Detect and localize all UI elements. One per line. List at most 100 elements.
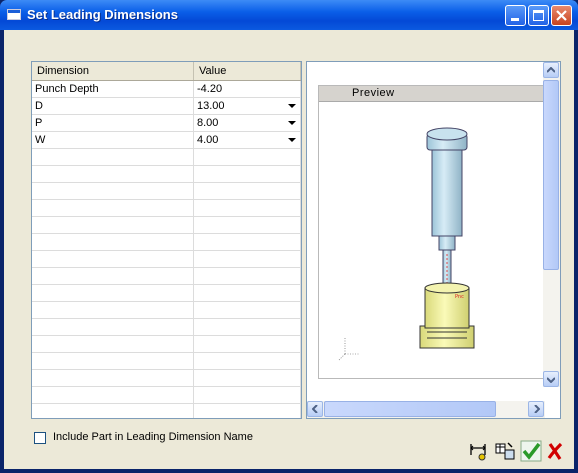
dimension-name-cell bbox=[32, 302, 194, 318]
dimension-value-cell[interactable]: 4.00 bbox=[194, 132, 301, 148]
include-part-checkbox[interactable] bbox=[34, 432, 46, 444]
dimension-value-cell bbox=[194, 268, 301, 284]
dimension-value-cell bbox=[194, 302, 301, 318]
table-row bbox=[32, 268, 301, 285]
dimension-table: Dimension Value Punch Depth -4.20 D 13.00 P 8… bbox=[31, 61, 302, 419]
dimension-value-cell bbox=[194, 336, 301, 352]
axis-triad-icon bbox=[338, 338, 359, 361]
table-row bbox=[32, 251, 301, 268]
dimension-value-cell bbox=[194, 183, 301, 199]
table-row bbox=[32, 336, 301, 353]
dimension-value-cell bbox=[194, 404, 301, 418]
punch-die-3d-preview: Pnc bbox=[338, 127, 475, 361]
dimension-value-cell bbox=[194, 166, 301, 182]
close-icon bbox=[556, 10, 567, 21]
column-header-value[interactable]: Value bbox=[194, 62, 301, 80]
dimension-value-cell[interactable]: 8.00 bbox=[194, 115, 301, 131]
preview-vertical-scrollbar[interactable] bbox=[543, 62, 560, 387]
cancel-x-icon bbox=[547, 442, 563, 460]
minimize-button[interactable] bbox=[505, 5, 526, 26]
preview-viewport: Preview Pnc bbox=[318, 85, 548, 379]
edit-table-icon bbox=[495, 442, 515, 460]
column-header-dimension[interactable]: Dimension bbox=[32, 62, 194, 80]
vertical-scroll-thumb[interactable] bbox=[543, 80, 559, 270]
dimension-value-cell[interactable]: -4.20 bbox=[194, 81, 301, 97]
dimension-value-cell bbox=[194, 353, 301, 369]
close-button[interactable] bbox=[551, 5, 572, 26]
dimension-name-cell bbox=[32, 370, 194, 386]
dimension-name-cell: Punch Depth bbox=[32, 81, 194, 97]
include-part-label: Include Part in Leading Dimension Name bbox=[53, 431, 253, 443]
dimension-value-cell bbox=[194, 370, 301, 386]
table-header: Dimension Value bbox=[32, 62, 301, 81]
scroll-left-button[interactable] bbox=[307, 401, 323, 417]
table-row bbox=[32, 370, 301, 387]
dimension-name-cell bbox=[32, 166, 194, 182]
dimension-value-cell[interactable]: 13.00 bbox=[194, 98, 301, 114]
table-row bbox=[32, 200, 301, 217]
table-row bbox=[32, 166, 301, 183]
dimension-tool-button[interactable] bbox=[468, 440, 490, 462]
preview-horizontal-scrollbar[interactable] bbox=[307, 401, 545, 418]
dimension-tool-icon bbox=[470, 444, 486, 461]
dimension-value-cell bbox=[194, 234, 301, 250]
dimension-name-cell: D bbox=[32, 98, 194, 114]
dimension-name-cell bbox=[32, 319, 194, 335]
value-text: 8.00 bbox=[197, 117, 219, 129]
dialog-client-area: Dimension Value Punch Depth -4.20 D 13.00 P 8… bbox=[4, 30, 574, 469]
ok-check-icon bbox=[520, 440, 542, 462]
table-row bbox=[32, 353, 301, 370]
table-row bbox=[32, 319, 301, 336]
dimension-name-cell bbox=[32, 336, 194, 352]
dimension-value-cell bbox=[194, 217, 301, 233]
table-row[interactable]: P 8.00 bbox=[32, 115, 301, 132]
cancel-button[interactable] bbox=[544, 440, 566, 462]
table-row bbox=[32, 234, 301, 251]
chevron-down-icon[interactable] bbox=[285, 116, 299, 130]
maximize-icon bbox=[533, 10, 544, 21]
value-text: 13.00 bbox=[197, 100, 225, 112]
ok-button[interactable] bbox=[520, 440, 542, 462]
dimension-name-cell bbox=[32, 251, 194, 267]
maximize-button[interactable] bbox=[528, 5, 549, 26]
window-title: Set Leading Dimensions bbox=[27, 7, 178, 22]
dimension-name-cell bbox=[32, 387, 194, 403]
preview-panel: Preview Pnc bbox=[306, 61, 561, 419]
dimension-value-cell bbox=[194, 149, 301, 165]
dimension-name-cell bbox=[32, 404, 194, 418]
chevron-down-icon[interactable] bbox=[285, 133, 299, 147]
value-text: 4.00 bbox=[197, 134, 219, 146]
table-row bbox=[32, 302, 301, 319]
title-bar[interactable]: Set Leading Dimensions bbox=[0, 0, 578, 30]
edit-table-button[interactable] bbox=[494, 440, 516, 462]
dimension-value-cell bbox=[194, 319, 301, 335]
dimension-value-cell bbox=[194, 200, 301, 216]
scroll-up-button[interactable] bbox=[543, 62, 559, 78]
dimension-name-cell bbox=[32, 268, 194, 284]
arrow-up-icon bbox=[547, 67, 555, 73]
horizontal-scroll-thumb[interactable] bbox=[324, 401, 496, 417]
dimension-value-cell bbox=[194, 387, 301, 403]
table-row bbox=[32, 387, 301, 404]
table-row[interactable]: Punch Depth -4.20 bbox=[32, 81, 301, 98]
table-row[interactable]: W 4.00 bbox=[32, 132, 301, 149]
scroll-right-button[interactable] bbox=[528, 401, 544, 417]
chevron-down-icon[interactable] bbox=[285, 99, 299, 113]
svg-text:Pnc: Pnc bbox=[455, 294, 464, 300]
table-row bbox=[32, 285, 301, 302]
arrow-left-icon bbox=[312, 405, 318, 413]
table-row[interactable]: D 13.00 bbox=[32, 98, 301, 115]
table-row bbox=[32, 404, 301, 418]
table-row bbox=[32, 149, 301, 166]
arrow-down-icon bbox=[547, 377, 555, 383]
dimension-value-cell bbox=[194, 285, 301, 301]
dimension-name-cell bbox=[32, 234, 194, 250]
scroll-down-button[interactable] bbox=[543, 371, 559, 387]
table-row bbox=[32, 183, 301, 200]
dimension-name-cell bbox=[32, 183, 194, 199]
dimension-name-cell: P bbox=[32, 115, 194, 131]
dimension-name-cell bbox=[32, 217, 194, 233]
dimension-name-cell bbox=[32, 200, 194, 216]
table-row bbox=[32, 217, 301, 234]
dimension-name-cell bbox=[32, 285, 194, 301]
